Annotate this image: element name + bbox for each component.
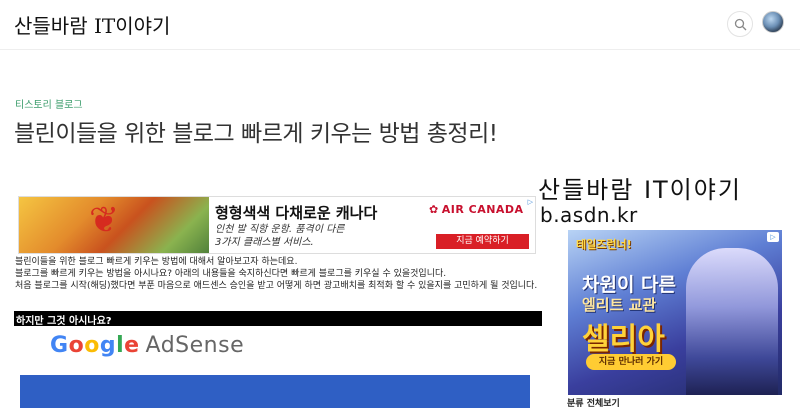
air-canada-brand: AIR CANADA — [441, 203, 524, 216]
adsense-image-panel — [20, 375, 530, 408]
highlight-heading: 하지만 그것 아시나요? — [14, 311, 542, 327]
adchoices-icon[interactable]: ▷ — [528, 198, 533, 206]
air-canada-logo: ✿ AIR CANADA — [429, 203, 524, 216]
body-paragraph: 블로그를 빠르게 키우는 방법을 아시나요? 아래의 내용들을 숙지하신다면 빠… — [15, 269, 447, 279]
side-ad-cta-button[interactable]: 지금 만나러 가기 — [586, 354, 676, 370]
post-body: 블린이들을 위한 블로그 빠르게 키우는 방법에 대해서 알아보고자 하는데요.… — [15, 256, 545, 292]
ad-headline: 형형색색 다채로운 캐나다 — [215, 204, 378, 222]
ad-subtext-line2: 3가지 클래스별 서비스. — [215, 237, 314, 248]
sidebar-category-heading[interactable]: 분류 전체보기 — [567, 396, 620, 408]
ad-subtext-line1: 인천 발 직항 운항. 품격이 다른 — [215, 224, 345, 235]
ad-cta-button[interactable]: 지금 예약하기 — [436, 234, 529, 249]
adchoices-icon[interactable]: ▷ — [767, 232, 779, 242]
google-adsense-logo: Google AdSense — [50, 333, 245, 358]
search-icon — [734, 18, 747, 31]
watermark-url: b.asdn.kr — [540, 203, 638, 227]
maple-leaf-icon: ❦ — [89, 200, 120, 241]
site-title[interactable]: 산들바람 IT이야기 — [14, 10, 170, 39]
character-illustration — [686, 248, 778, 395]
air-canada-leaf-icon: ✿ — [429, 203, 439, 216]
side-ad-line3: 셀리아 — [582, 322, 665, 357]
sidebar-ad[interactable]: 테일즈런너! 차원이 다른 엘리트 교관 셀리아 지금 만나러 가기 ▷ — [568, 230, 782, 395]
site-header: 산들바람 IT이야기 — [0, 0, 800, 50]
body-paragraph: 처음 블로그를 시작(해딩)했다면 부푼 마음으로 애드센스 승인을 받고 어떻… — [15, 281, 538, 291]
game-logo: 테일즈런너! — [576, 238, 632, 251]
side-ad-line2: 엘리트 교관 — [582, 296, 657, 314]
post-title: 블린이들을 위한 블로그 빠르게 키우는 방법 총정리! — [14, 121, 498, 147]
ad-banner[interactable]: ❦ 형형색색 다채로운 캐나다 인천 발 직항 운항. 품격이 다른 3가지 클… — [18, 196, 536, 254]
highlight-heading-text: 하지만 그것 아시나요? — [16, 316, 112, 327]
body-paragraph: 블린이들을 위한 블로그 빠르게 키우는 방법에 대해서 알아보고자 하는데요. — [15, 257, 298, 267]
search-button[interactable] — [727, 11, 753, 37]
side-ad-line1: 차원이 다른 — [582, 274, 677, 296]
ad-photo: ❦ — [19, 197, 209, 253]
ad-subtext: 인천 발 직항 운항. 품격이 다른 3가지 클래스별 서비스. — [215, 223, 344, 249]
avatar[interactable] — [762, 11, 784, 33]
watermark-title: 산들바람 IT이야기 — [538, 176, 742, 204]
adsense-image: Google AdSense — [15, 328, 542, 408]
post-category[interactable]: 티스토리 블로그 — [15, 96, 83, 111]
